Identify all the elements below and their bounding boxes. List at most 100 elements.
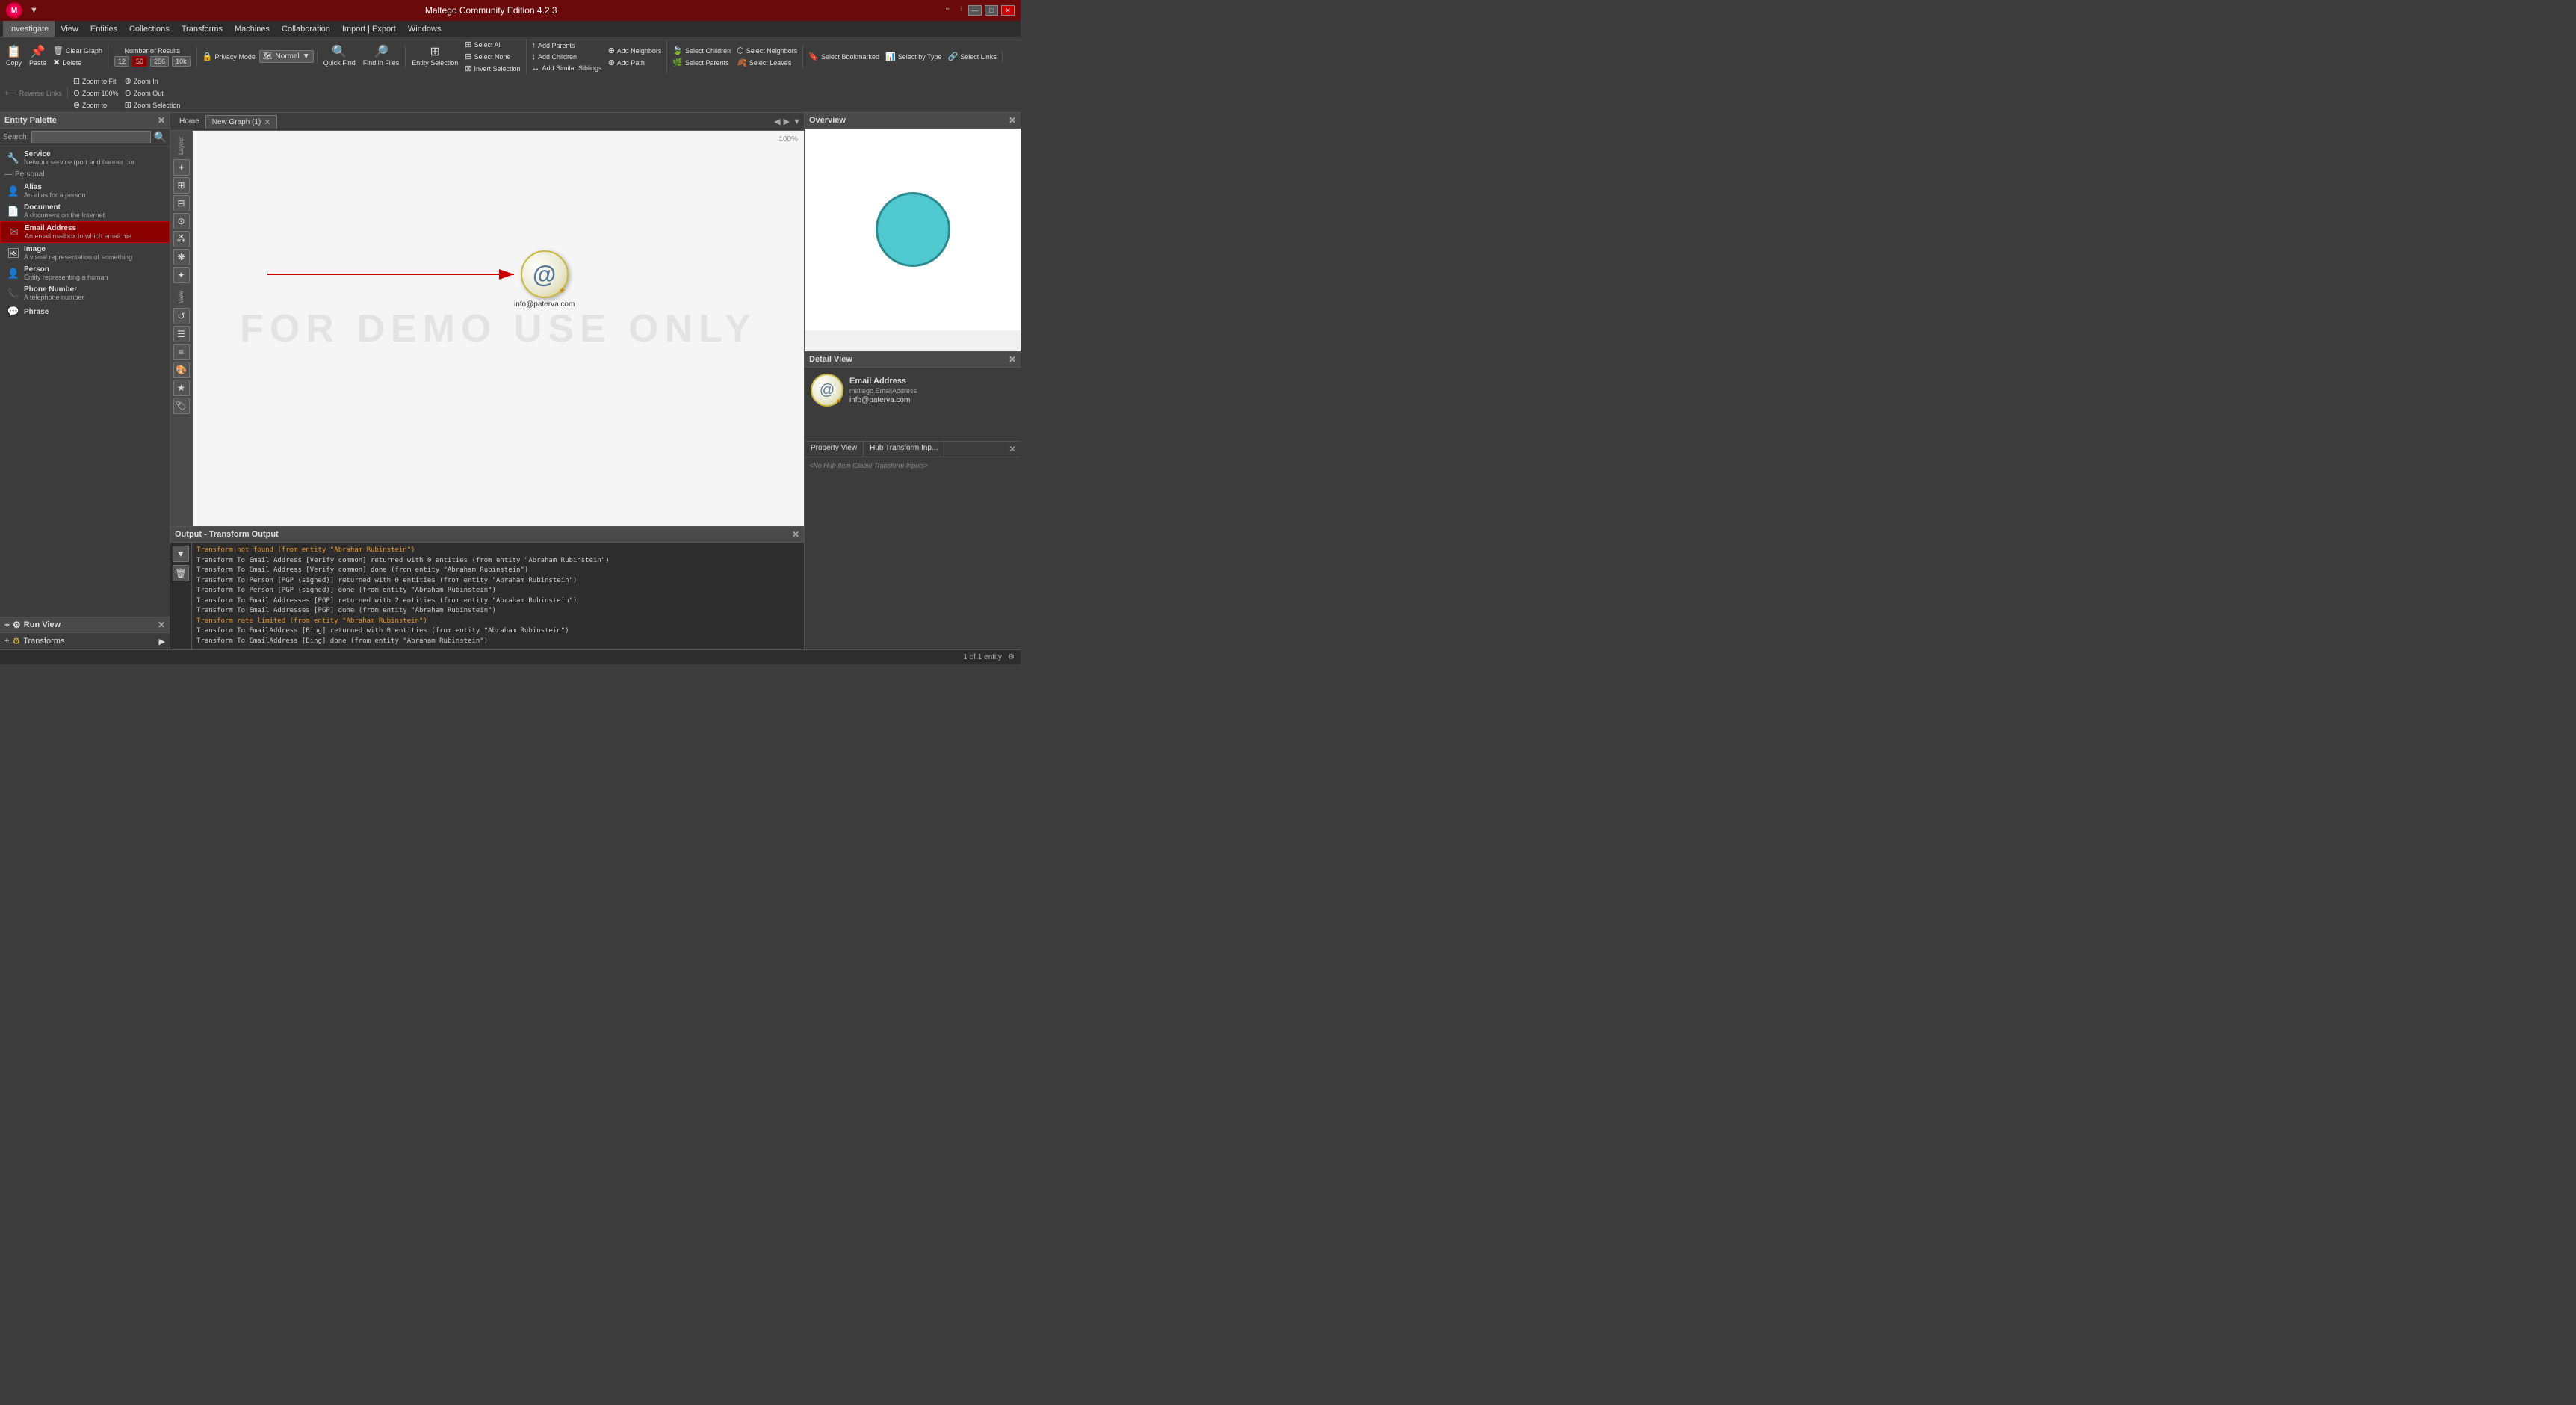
menu-windows[interactable]: Windows: [402, 21, 448, 37]
view-palette-icon[interactable]: 🎨: [173, 362, 190, 378]
entity-palette-header: Entity Palette ✕: [0, 113, 170, 129]
view-list-icon[interactable]: ☰: [173, 326, 190, 342]
menu-view[interactable]: View: [55, 21, 84, 37]
run-view-add-icon[interactable]: +: [4, 620, 10, 630]
layout-star-icon[interactable]: ✦: [173, 267, 190, 283]
add-parents-button[interactable]: ↑ Add Parents: [530, 40, 604, 51]
graph-tab[interactable]: New Graph (1) ✕: [205, 115, 278, 129]
list-item[interactable]: 💬 Phrase: [0, 303, 170, 320]
select-none-button[interactable]: ⊟ Select None: [462, 51, 522, 62]
list-item[interactable]: 📄 Document A document on the Internet: [0, 201, 170, 221]
layout-tree-icon[interactable]: ⊟: [173, 195, 190, 211]
layout-organic-icon[interactable]: ❋: [173, 249, 190, 265]
add-path-button[interactable]: ⊛ Add Path: [606, 57, 664, 68]
invert-selection-icon: ⊠: [465, 64, 471, 73]
menu-machines[interactable]: Machines: [229, 21, 276, 37]
layout-force-icon[interactable]: ⁂: [173, 231, 190, 247]
entity-search-input[interactable]: [31, 131, 150, 143]
zoom-in-button[interactable]: ⊕ Zoom In: [123, 75, 183, 87]
entity-selection-button[interactable]: ⊞ Entity Selection: [409, 45, 461, 68]
view-refresh-icon[interactable]: ↺: [173, 308, 190, 324]
run-view-gear-icon[interactable]: ⚙: [13, 620, 21, 630]
select-children-button[interactable]: 🍃 Select Children: [670, 45, 733, 56]
invert-selection-button[interactable]: ⊠ Invert Selection: [462, 63, 522, 74]
entity-palette-close-icon[interactable]: ✕: [158, 115, 165, 126]
select-bookmarked-button[interactable]: 🔖 Select Bookmarked: [806, 51, 882, 62]
list-item[interactable]: 🖼 Image A visual representation of somet…: [0, 243, 170, 263]
detail-view-close-icon[interactable]: ✕: [1009, 354, 1016, 365]
app-menu-arrow[interactable]: ▼: [27, 4, 41, 16]
paste-button[interactable]: 📌 Paste: [26, 45, 49, 68]
tab-nav-prev-icon[interactable]: ◀: [774, 117, 780, 126]
zoom-to-fit-button[interactable]: ⊡ Zoom to Fit: [71, 75, 121, 87]
email-address-entity-item[interactable]: ✉ Email Address An email mailbox to whic…: [0, 221, 170, 243]
graph-canvas[interactable]: 100% FOR DEMO USE ONLY @ ★: [193, 131, 804, 526]
select-all-button[interactable]: ⊞ Select All: [462, 39, 522, 50]
transforms-expand-icon[interactable]: +: [4, 637, 9, 646]
list-item[interactable]: 📞 Phone Number A telephone number: [0, 283, 170, 303]
zoom-out-button[interactable]: ⊖ Zoom Out: [123, 87, 183, 99]
layout-sidebar: Layout + ⊞ ⊟ ⊙ ⁂ ❋ ✦ View ↺ ☰ ≡ 🎨 ★ 🏷: [170, 131, 193, 526]
view-details-icon[interactable]: ≡: [173, 344, 190, 360]
menu-collections[interactable]: Collections: [123, 21, 176, 37]
num-10k-button[interactable]: 10k: [172, 56, 191, 67]
delete-button[interactable]: ✖ Delete: [51, 57, 105, 68]
close-button[interactable]: ✕: [1001, 5, 1015, 16]
overview-canvas[interactable]: [805, 129, 1021, 330]
add-children-button[interactable]: ↓ Add Children: [530, 52, 604, 62]
search-execute-icon[interactable]: 🔍: [154, 131, 167, 143]
layout-radial-icon[interactable]: ⊙: [173, 213, 190, 229]
list-item[interactable]: 👤 Person Entity representing a human: [0, 263, 170, 283]
layout-grid-icon[interactable]: ⊞: [173, 177, 190, 194]
menu-entities[interactable]: Entities: [84, 21, 123, 37]
transforms-arrow-icon[interactable]: ▶: [159, 637, 165, 646]
view-star-icon[interactable]: ★: [173, 380, 190, 396]
output-clear-icon[interactable]: 🗑: [173, 565, 189, 581]
tab-nav-next-icon[interactable]: ▶: [784, 117, 790, 126]
minimize-button[interactable]: —: [968, 5, 982, 16]
privacy-mode-button[interactable]: 🔒 Privacy Mode: [200, 51, 258, 62]
select-parents-button[interactable]: 🌿 Select Parents: [670, 57, 733, 68]
num-results-group: Number of Results 12 50 256 10k: [111, 47, 197, 67]
zoom-to-button[interactable]: ⊚ Zoom to: [71, 99, 121, 111]
select-links-button[interactable]: 🔗 Select Links: [946, 51, 999, 62]
property-view-close-icon[interactable]: ✕: [1004, 442, 1021, 457]
view-tag-icon[interactable]: 🏷: [173, 398, 190, 414]
find-in-files-button[interactable]: 🔎 Find in Files: [360, 45, 403, 68]
num-50-button[interactable]: 50: [132, 56, 147, 67]
tab-close-icon[interactable]: ✕: [264, 117, 270, 127]
select-neighbors-button[interactable]: ⬡ Select Neighbors: [734, 45, 799, 56]
tab-nav-down-icon[interactable]: ▼: [793, 117, 801, 126]
property-view-tab[interactable]: Property View: [805, 442, 864, 457]
num-12-button[interactable]: 12: [114, 56, 129, 67]
layout-add-icon[interactable]: +: [173, 159, 190, 176]
select-by-type-button[interactable]: 📊 Select by Type: [883, 51, 944, 62]
email-entity-node[interactable]: @ ★ info@paterva.com: [514, 250, 575, 309]
list-item[interactable]: 👤 Alias An alias for a person: [0, 181, 170, 201]
quick-find-button[interactable]: 🔍 Quick Find: [321, 45, 359, 68]
zoom-100-button[interactable]: ⊙ Zoom 100%: [71, 87, 121, 99]
maximize-button[interactable]: □: [985, 5, 998, 16]
menu-transforms[interactable]: Transforms: [176, 21, 229, 37]
clear-graph-button[interactable]: 🗑 Clear Graph: [51, 45, 105, 56]
add-similar-siblings-button[interactable]: ↔ Add Similar Siblings: [530, 63, 604, 73]
menu-collaboration[interactable]: Collaboration: [276, 21, 336, 37]
hub-transform-tab[interactable]: Hub Transform Inp...: [864, 442, 944, 457]
overview-close-icon[interactable]: ✕: [1009, 115, 1016, 126]
zoom-selection-button[interactable]: ⊞ Zoom Selection: [123, 99, 183, 111]
list-item[interactable]: 🔧 Service Network service (port and bann…: [0, 148, 170, 168]
graph-watermark: FOR DEMO USE ONLY: [240, 306, 757, 351]
copy-button[interactable]: 📋 Copy: [3, 45, 25, 68]
view-mode-select[interactable]: 🗺 Normal ▼: [259, 50, 314, 63]
personal-category[interactable]: — Personal: [0, 168, 170, 181]
run-view-close-icon[interactable]: ✕: [158, 620, 165, 630]
output-panel-close-icon[interactable]: ✕: [792, 529, 799, 540]
menu-investigate[interactable]: Investigate: [3, 21, 55, 37]
home-tab[interactable]: Home: [173, 116, 205, 127]
output-filter-icon[interactable]: ▼: [173, 546, 189, 562]
num-256-button[interactable]: 256: [150, 56, 169, 67]
reverse-links-button[interactable]: ⟵ Reverse Links: [3, 87, 64, 99]
add-neighbors-button[interactable]: ⊕ Add Neighbors: [606, 45, 664, 56]
select-leaves-button[interactable]: 🍂 Select Leaves: [734, 57, 799, 68]
menu-import-export[interactable]: Import | Export: [336, 21, 402, 37]
